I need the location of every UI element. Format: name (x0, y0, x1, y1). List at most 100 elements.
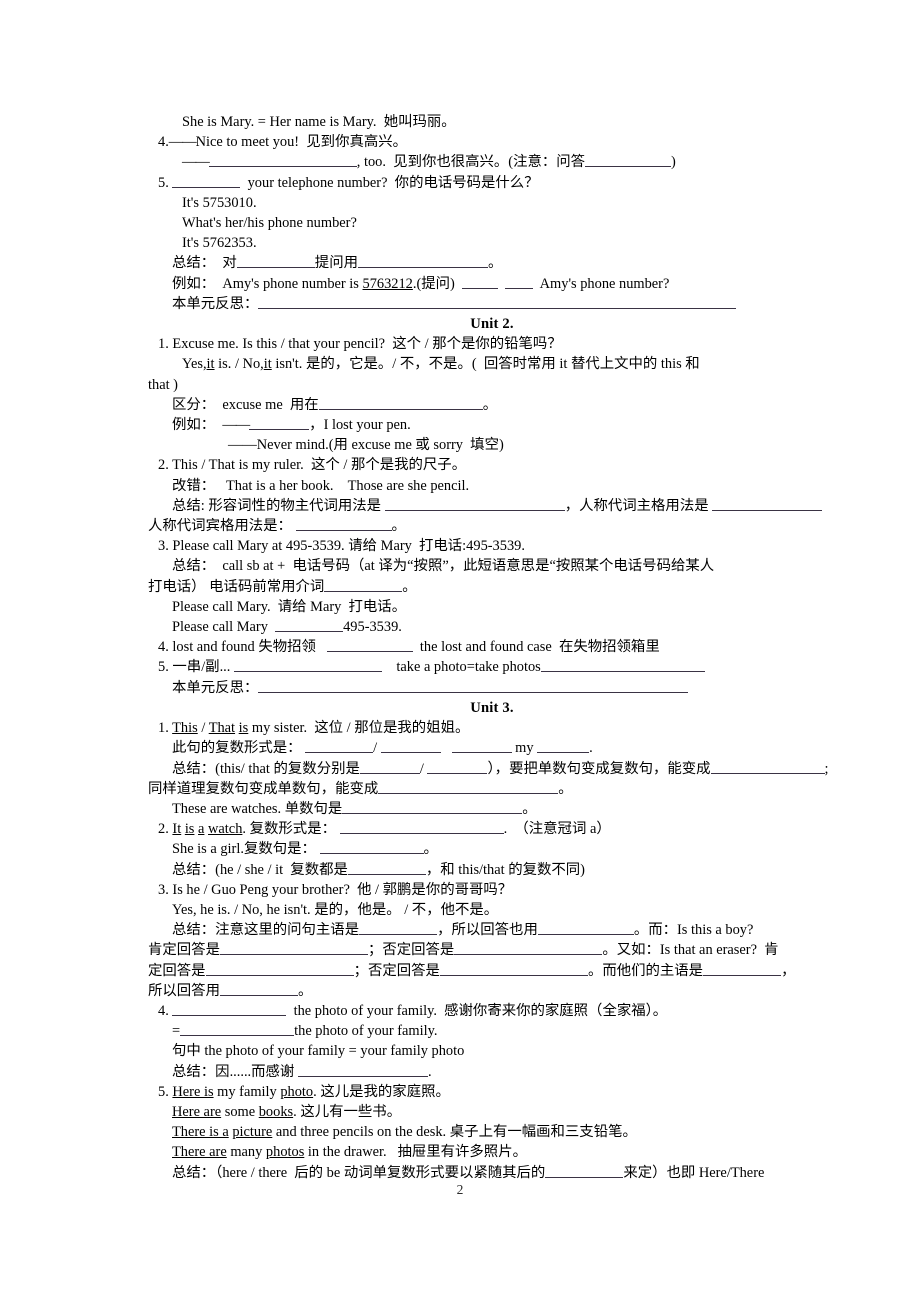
fill-blank[interactable] (319, 840, 424, 855)
line-u3-summary-plural: 总结：(this/ that 的复数分别是 / ），要把单数句变成复数句，能变成; (148, 759, 836, 779)
text-cn: 你的电话号码是什么？ (394, 174, 539, 191)
fill-blank[interactable] (540, 658, 705, 673)
example-label: 例如： (172, 417, 216, 434)
text-en: Yes, (182, 356, 207, 373)
line-u2-call-mary: Please call Mary. 请给 Mary 打电话。 (148, 597, 836, 617)
item-number: 4. (158, 134, 169, 151)
text-cn: 打电话） 电话码前常用介词 (148, 578, 325, 595)
item-number: 5. (158, 659, 169, 676)
fill-blank[interactable] (275, 617, 344, 633)
text-cn: 这个 / 那个是我的尺子。 (310, 457, 467, 474)
fill-blank[interactable] (339, 819, 504, 835)
text-en: Excuse me. Is this / that your pencil? (172, 336, 386, 353)
text-en: She is a girl. (172, 841, 244, 858)
text-en: Amy's phone number? (539, 275, 670, 292)
text-en: Yes, he is. / No, he isn't. (172, 901, 311, 918)
underlined-word: This (172, 720, 198, 737)
fill-blank[interactable] (380, 739, 441, 754)
fill-blank[interactable] (172, 173, 241, 188)
fill-blank[interactable] (427, 759, 488, 774)
fill-blank[interactable] (342, 799, 523, 814)
em-dash: —— (182, 154, 210, 171)
line-u2-item1-answer-wrap: that ) (148, 375, 836, 395)
fill-blank[interactable] (258, 294, 737, 309)
fill-blank[interactable] (357, 254, 488, 269)
fill-blank[interactable] (318, 395, 483, 410)
text-en: She is Mary. = Her name is Mary. (182, 114, 377, 130)
fill-blank[interactable] (297, 1062, 428, 1077)
text-mixed: lost and found 失物招领 (172, 639, 316, 656)
line-u3-item5: 5. Here is my family photo. 这儿是我的家庭照。 (148, 1082, 836, 1102)
underlined-word: a (198, 821, 205, 838)
fill-blank[interactable] (359, 920, 438, 936)
fill-blank[interactable] (712, 496, 823, 511)
fill-blank[interactable] (258, 678, 689, 693)
underlined-word: is (238, 720, 249, 737)
fill-blank[interactable] (359, 759, 420, 774)
fill-blank[interactable] (703, 961, 782, 976)
fill-blank[interactable] (219, 941, 368, 956)
fill-blank[interactable] (505, 274, 534, 289)
line-u3-item4: 4. the photo of your family. 感谢你寄来你的家庭照（… (148, 1001, 836, 1021)
fill-blank[interactable] (326, 638, 413, 653)
line-u3-item2: 2. It is a watch. 复数形式是： . （注意冠词 a） (148, 819, 836, 839)
item-number: 4. (158, 639, 169, 656)
fill-blank[interactable] (451, 739, 512, 754)
fill-blank[interactable] (208, 153, 357, 168)
underlined-word: It (172, 821, 182, 838)
fill-blank[interactable] (439, 961, 588, 976)
text-cn: 桌子上有一幅画和三支铅笔。 (449, 1124, 637, 1141)
text-cn: ），要把单数句变成复数句，能变成 (487, 760, 711, 777)
fill-blank[interactable] (710, 759, 825, 774)
line-u2-item2: 2. This / That is my ruler. 这个 / 那个是我的尺子… (148, 455, 836, 475)
fill-blank[interactable] (462, 274, 499, 289)
fill-blank[interactable] (233, 658, 382, 673)
text-en: It's 5753010. (182, 194, 257, 211)
fill-blank[interactable] (324, 577, 403, 592)
text-cn: ；否定回答是 (367, 942, 455, 959)
fill-blank[interactable] (347, 860, 426, 875)
fill-blank[interactable] (172, 1001, 287, 1016)
fill-blank[interactable] (537, 920, 634, 936)
text-cn: 复数句是： (243, 841, 316, 858)
line-u3-item1: 1. This / That is my sister. 这位 / 那位是我的姐… (148, 718, 836, 738)
text-en: Those are she pencil. (347, 477, 470, 494)
fill-blank[interactable] (180, 1021, 295, 1037)
text-cn: 。而：Is this a boy? (633, 922, 754, 939)
fill-blank[interactable] (236, 254, 315, 269)
text-cn: 见到你也很高兴。(注意：问答 (393, 154, 586, 171)
page-number: 2 (456, 1182, 464, 1197)
fill-blank[interactable] (378, 779, 559, 794)
line-u2-summary-possessive: 总结: 形容词性的物主代词用法是 ，人称代词主格用法是 (148, 496, 836, 516)
text-cn: ) (671, 154, 676, 171)
fill-blank[interactable] (537, 739, 590, 754)
text-en: ，I lost your pen. (309, 417, 411, 434)
fill-blank[interactable] (219, 981, 298, 996)
label: 此句的复数形式是： (172, 740, 302, 757)
underlined-word: photos (265, 1144, 305, 1161)
fill-blank[interactable] (205, 961, 354, 976)
text-cn: .(提问) (412, 275, 455, 292)
fill-blank[interactable] (305, 739, 374, 754)
text-en: This / That is my ruler. (172, 457, 304, 474)
item-number: 3. (158, 538, 169, 555)
line-u1-item4-answer: —— , too. 见到你也很高兴。(注意：问答) (148, 152, 836, 172)
line-u2-item1: 1. Excuse me. Is this / that your pencil… (148, 334, 836, 354)
text-cn: ，和 this/that 的复数不同) (425, 861, 585, 878)
text-en: take a photo=take photos (396, 659, 541, 676)
text-cn: 定回答是 (148, 962, 206, 979)
underlined-phrase: Here is (172, 1083, 214, 1100)
fill-blank[interactable] (295, 516, 392, 532)
fill-blank[interactable] (249, 415, 310, 431)
fill-blank[interactable] (585, 153, 672, 168)
line-u3-affirmative-1: 肯定回答是 ；否定回答是 。又如：Is that an eraser? 肯 (148, 940, 836, 960)
text-en: Amy's phone number is (222, 275, 359, 292)
text-en: That is a her book. (225, 477, 334, 494)
period: . (242, 821, 247, 838)
fill-blank[interactable] (545, 1163, 624, 1178)
line-u3-item4-equiv: = the photo of your family. (148, 1021, 836, 1041)
document-body: She is Mary. = Her name is Mary. 她叫玛丽。 4… (148, 112, 836, 1183)
fill-blank[interactable] (384, 496, 565, 511)
fill-blank[interactable] (454, 941, 603, 956)
text-cn: 。 (402, 578, 417, 595)
